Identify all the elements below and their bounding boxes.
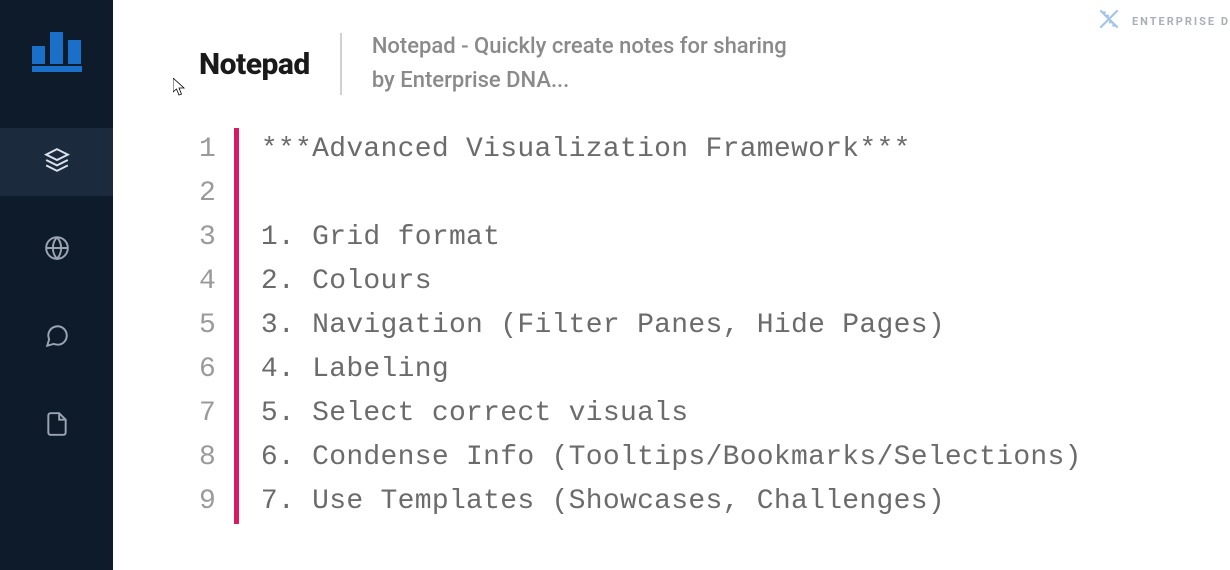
line-number: 4: [199, 260, 216, 304]
code-line[interactable]: 7. Use Templates (Showcases, Challenges): [261, 480, 1082, 524]
line-number: 3: [199, 216, 216, 260]
dna-icon: [1096, 6, 1122, 36]
sidebar-item-chat[interactable]: [0, 304, 113, 372]
code-line[interactable]: 4. Labeling: [261, 348, 1082, 392]
line-number: 6: [199, 348, 216, 392]
document-icon: [44, 411, 70, 441]
chat-icon: [44, 323, 70, 353]
line-number-gutter: 123456789: [199, 128, 234, 524]
brand-watermark: ENTERPRISE D: [1096, 6, 1230, 36]
line-number: 1: [199, 128, 216, 172]
sidebar-item-document[interactable]: [0, 392, 113, 460]
code-line[interactable]: 5. Select correct visuals: [261, 392, 1082, 436]
header-divider: [340, 33, 342, 95]
main-content: ENTERPRISE D Notepad Notepad - Quickly c…: [113, 0, 1230, 570]
editor-gutter-line: [234, 128, 239, 524]
sidebar-item-globe[interactable]: [0, 216, 113, 284]
line-number: 5: [199, 304, 216, 348]
code-line[interactable]: 2. Colours: [261, 260, 1082, 304]
app-subtitle: Notepad - Quickly create notes for shari…: [372, 30, 787, 98]
sidebar-item-layers[interactable]: [0, 128, 113, 196]
layers-icon: [44, 147, 70, 177]
subtitle-line-2: by Enterprise DNA...: [372, 64, 787, 98]
left-sidebar: [0, 0, 113, 570]
code-content[interactable]: ***Advanced Visualization Framework*** 1.…: [261, 128, 1082, 524]
header: Notepad Notepad - Quickly create notes f…: [113, 0, 1230, 128]
globe-icon: [44, 235, 70, 265]
subtitle-line-1: Notepad - Quickly create notes for shari…: [372, 30, 787, 64]
app-title: Notepad: [199, 47, 310, 82]
line-number: 2: [199, 172, 216, 216]
code-editor[interactable]: 123456789 ***Advanced Visualization Fram…: [113, 128, 1230, 524]
code-line[interactable]: 3. Navigation (Filter Panes, Hide Pages): [261, 304, 1082, 348]
code-line[interactable]: [261, 172, 1082, 216]
watermark-text: ENTERPRISE D: [1132, 15, 1230, 28]
line-number: 8: [199, 436, 216, 480]
code-line[interactable]: ***Advanced Visualization Framework***: [261, 128, 1082, 172]
app-logo: [32, 24, 82, 72]
line-number: 7: [199, 392, 216, 436]
code-line[interactable]: 6. Condense Info (Tooltips/Bookmarks/Sel…: [261, 436, 1082, 480]
code-line[interactable]: 1. Grid format: [261, 216, 1082, 260]
line-number: 9: [199, 480, 216, 524]
